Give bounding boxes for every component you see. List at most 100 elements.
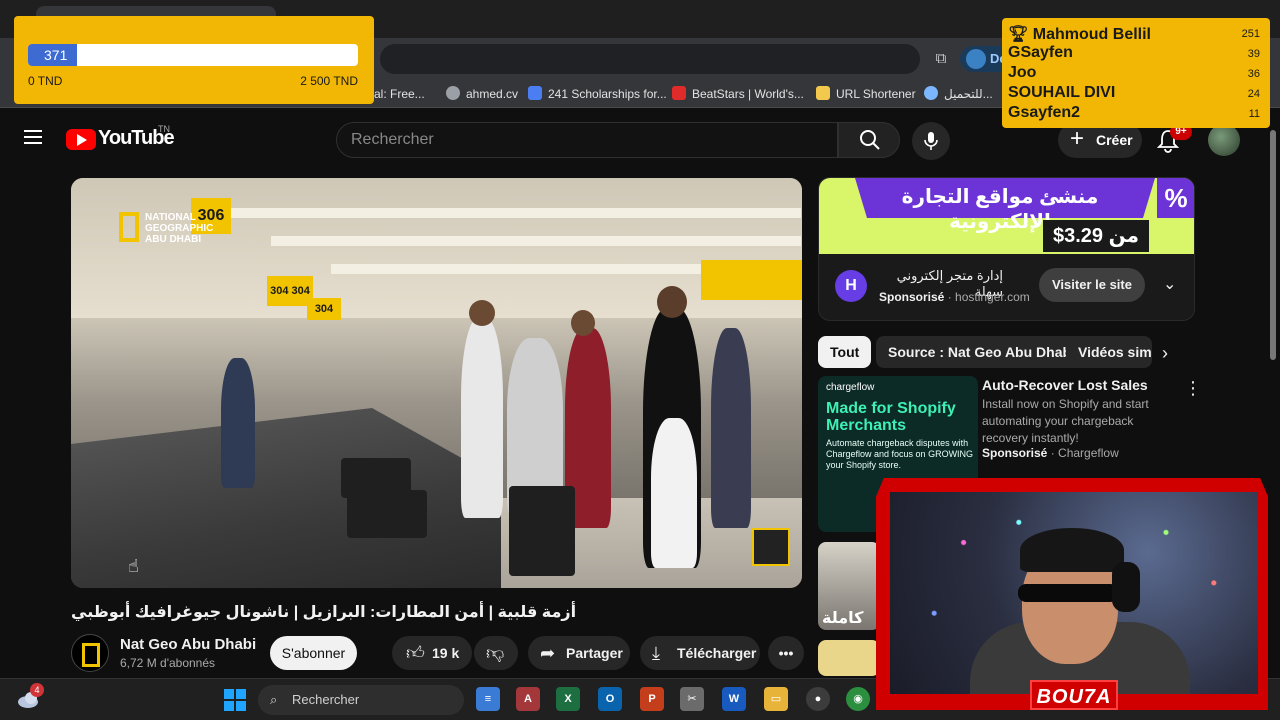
share-button[interactable]: ➦ Partager: [528, 636, 630, 670]
sponsored-label: Sponsorisé: [879, 290, 945, 304]
subscribe-button[interactable]: S'abonner: [270, 636, 357, 670]
notepad-app-icon[interactable]: ≡: [476, 687, 500, 711]
recommendation-sponsor: Sponsorisé · Chargeflow: [982, 446, 1119, 460]
outlook-app-icon[interactable]: O: [598, 687, 622, 711]
channel-name[interactable]: Nat Geo Abu Dhabi: [120, 636, 256, 653]
taskbar-search[interactable]: ⌕ Rechercher: [258, 685, 464, 715]
goal-current-value: 371: [44, 47, 68, 63]
page-scrollbar[interactable]: [1266, 108, 1280, 678]
bookmark-item[interactable]: URL Shortener: [816, 86, 916, 102]
natgeo-frame-icon: [119, 212, 139, 242]
goal-min-label: 0 TND: [28, 74, 63, 88]
leaderboard-row: 🏆︎ Mahmoud Bellil 251: [1008, 24, 1266, 44]
taskbar-search-label: Rechercher: [292, 692, 360, 707]
search-input[interactable]: Rechercher: [336, 122, 838, 158]
share-icon: ➦: [540, 643, 556, 663]
mouse-cursor-icon: ☝: [128, 556, 139, 576]
person: [461, 318, 503, 518]
leaderboard-score: 11: [1248, 108, 1260, 120]
scrollbar-thumb[interactable]: [1270, 130, 1276, 360]
bookmark-item[interactable]: للتحميل...: [924, 86, 993, 102]
donation-goal-widget: 371 0 TND 2 500 TND: [14, 16, 374, 104]
thumbnail-headline: Made for Shopify Merchants: [826, 400, 956, 434]
profile-icon: [966, 49, 986, 69]
video-player[interactable]: 306 304 304 304 NATIONAL GEOGRAPHIC ABU …: [71, 178, 802, 588]
more-icon: •••: [778, 645, 794, 661]
gate-sign-yellow: [701, 260, 802, 300]
search-icon: ⌕: [270, 692, 278, 707]
chevron-down-icon[interactable]: ⌄: [1163, 274, 1176, 294]
windows-start-icon[interactable]: [224, 689, 246, 711]
powerpoint-app-icon[interactable]: P: [640, 687, 664, 711]
recommendation-thumbnail[interactable]: [818, 640, 880, 676]
donor-name: Mahmoud Bellil: [1032, 26, 1151, 43]
leaderboard-row: SOUHAIL DIVI 24: [1008, 84, 1266, 104]
gear-icon: [924, 86, 938, 100]
person-head: [657, 286, 687, 318]
voice-search-button[interactable]: [912, 122, 950, 160]
leaderboard-name: SOUHAIL DIVI: [1008, 84, 1116, 101]
download-button[interactable]: ⤓ Télécharger: [640, 636, 760, 670]
ad-percent-badge: %: [1157, 178, 1194, 218]
video-frame-beam: [221, 208, 801, 218]
bookmark-item[interactable]: ahmed.cv: [446, 86, 518, 102]
country-code: TN: [158, 124, 170, 134]
channel-avatar[interactable]: [71, 634, 109, 672]
bookmark-item[interactable]: 241 Scholarships for...: [528, 86, 667, 102]
more-actions-button[interactable]: •••: [768, 636, 804, 670]
address-bar[interactable]: [380, 44, 920, 74]
person-head: [469, 300, 495, 326]
graduation-icon: [528, 86, 542, 100]
visit-site-button[interactable]: Visiter le site: [1039, 268, 1145, 302]
account-avatar[interactable]: [1208, 124, 1240, 156]
more-vert-icon[interactable]: ⋮: [1184, 378, 1202, 399]
recommendation-thumbnail[interactable]: كاملة: [818, 542, 880, 630]
word-app-icon[interactable]: W: [722, 687, 746, 711]
like-button[interactable]: 👍︎ 19 k: [392, 636, 472, 670]
thumbnail-text: Automate chargeback disputes with Charge…: [826, 438, 974, 470]
bookmark-label: ahmed.cv: [466, 87, 519, 101]
leaderboard-row: Gsayfen2 11: [1008, 104, 1266, 124]
bookmark-label: للتحميل...: [944, 87, 993, 101]
trophy-icon: 🏆︎: [1008, 26, 1029, 43]
leaderboard-name: GSayfen: [1008, 44, 1073, 61]
chargeflow-brand: chargeflow: [826, 382, 875, 393]
leaderboard-name: Gsayfen2: [1008, 104, 1081, 121]
cast-icon[interactable]: ⧉: [930, 48, 952, 70]
sidebar-ad[interactable]: منشئ مواقع التجارة الإلكترونية من 3.29$ …: [818, 177, 1195, 321]
natgeo-watermark-logo: NATIONAL GEOGRAPHIC ABU DHABI: [119, 212, 219, 252]
webcam-name-label: BOU7A: [1030, 680, 1118, 710]
download-label: Télécharger: [677, 645, 757, 661]
bookmark-item[interactable]: val: Free...: [368, 86, 425, 102]
video-frame-beam: [271, 236, 801, 246]
person: [711, 328, 751, 528]
bookmark-label: BeatStars | World's...: [692, 87, 804, 101]
leaderboard-score: 24: [1247, 88, 1260, 100]
bookmark-item[interactable]: BeatStars | World's...: [672, 86, 804, 102]
chrome-app-icon[interactable]: ◉: [846, 687, 870, 711]
chevron-right-icon[interactable]: ›: [1162, 343, 1168, 364]
share-label: Partager: [566, 645, 623, 661]
person-trousers: [651, 418, 697, 568]
recommendation-description: Install now on Shopify and start automat…: [982, 397, 1149, 445]
file-explorer-icon[interactable]: ▭: [764, 687, 788, 711]
recommendation-title[interactable]: Auto-Recover Lost Sales: [982, 377, 1148, 393]
ad-price: من 3.29$: [1043, 220, 1149, 252]
youtube-logo-icon[interactable]: [66, 129, 96, 150]
obs-app-icon[interactable]: ●: [806, 687, 830, 711]
snipping-tool-icon[interactable]: ✂: [680, 687, 704, 711]
leaderboard-score: 39: [1247, 48, 1260, 60]
chip-similar[interactable]: Vidéos simi: [1066, 336, 1152, 368]
advertiser-name: Chargeflow: [1058, 446, 1119, 460]
excel-app-icon[interactable]: X: [556, 687, 580, 711]
search-button[interactable]: [838, 122, 900, 158]
natgeo-watermark-text: NATIONAL GEOGRAPHIC ABU DHABI: [145, 212, 214, 245]
access-app-icon[interactable]: A: [516, 687, 540, 711]
leaderboard-row: GSayfen 39: [1008, 44, 1266, 64]
menu-icon[interactable]: [24, 130, 42, 144]
ad-image: منشئ مواقع التجارة الإلكترونية من 3.29$ …: [819, 178, 1194, 254]
thumbs-down-icon: 👎︎: [486, 643, 505, 663]
chip-source[interactable]: Source : Nat Geo Abu Dhabi: [876, 336, 1087, 368]
chip-all[interactable]: Tout: [818, 336, 872, 368]
dislike-button[interactable]: 👎︎: [474, 636, 518, 670]
